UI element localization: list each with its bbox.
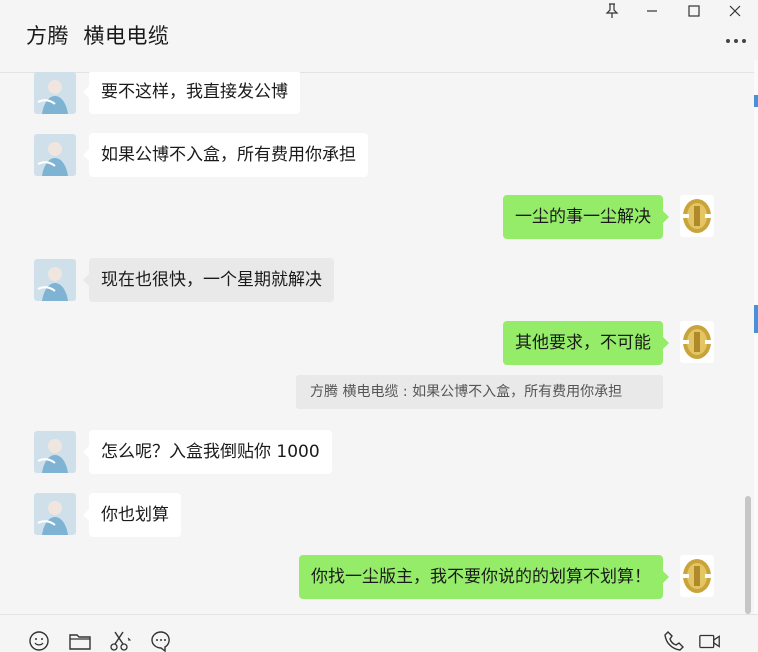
contact-avatar[interactable] (34, 493, 76, 535)
self-avatar[interactable] (680, 555, 714, 597)
chat-title: 方腾 横电电缆 (26, 24, 170, 48)
window-edge-mark (754, 305, 758, 333)
input-toolbar (0, 614, 758, 652)
contact-avatar[interactable] (34, 72, 76, 114)
self-avatar[interactable] (680, 195, 714, 237)
message-bubble-received[interactable]: 现在也很快，一个星期就解决 (83, 258, 334, 302)
message-bubble-sent[interactable]: 其他要求，不可能 (503, 321, 669, 365)
chat-history-icon[interactable] (149, 631, 173, 652)
message-list[interactable]: 要不这样，我直接发公博 如果公博不入盒，所有费用你承担 一尘的事一尘解决 现在也… (0, 72, 745, 614)
more-icon[interactable] (722, 30, 750, 52)
message-bubble-sent[interactable]: 你找一尘版主，我不要你说的的划算不划算！ (299, 555, 669, 599)
close-icon[interactable] (719, 0, 751, 22)
maximize-icon[interactable] (678, 0, 710, 22)
folder-icon[interactable] (68, 631, 92, 651)
scrollbar-thumb[interactable] (745, 496, 751, 614)
message-bubble-received[interactable]: 怎么呢？入盒我倒贴你 1000 (83, 430, 332, 474)
message-bubble-received[interactable]: 要不这样，我直接发公博 (83, 72, 300, 114)
window-edge (754, 60, 758, 620)
message-bubble-received[interactable]: 如果公博不入盒，所有费用你承担 (83, 133, 368, 177)
contact-avatar[interactable] (34, 259, 76, 301)
self-avatar[interactable] (680, 321, 714, 363)
window-edge-mark (754, 95, 758, 107)
contact-avatar[interactable] (34, 431, 76, 473)
emoji-icon[interactable] (27, 631, 51, 651)
contact-avatar[interactable] (34, 134, 76, 176)
message-bubble-sent[interactable]: 一尘的事一尘解决 (503, 195, 669, 239)
video-call-icon[interactable] (698, 631, 722, 651)
scissors-icon[interactable] (107, 631, 131, 651)
title-bar: 方腾 横电电缆 (0, 0, 758, 73)
quoted-message[interactable]: 方腾 横电电缆 : 如果公博不入盒，所有费用你承担 (296, 375, 663, 409)
phone-icon[interactable] (662, 631, 686, 651)
pin-icon[interactable] (596, 0, 628, 22)
minimize-icon[interactable] (636, 0, 668, 22)
message-bubble-received[interactable]: 你也划算 (83, 493, 181, 537)
